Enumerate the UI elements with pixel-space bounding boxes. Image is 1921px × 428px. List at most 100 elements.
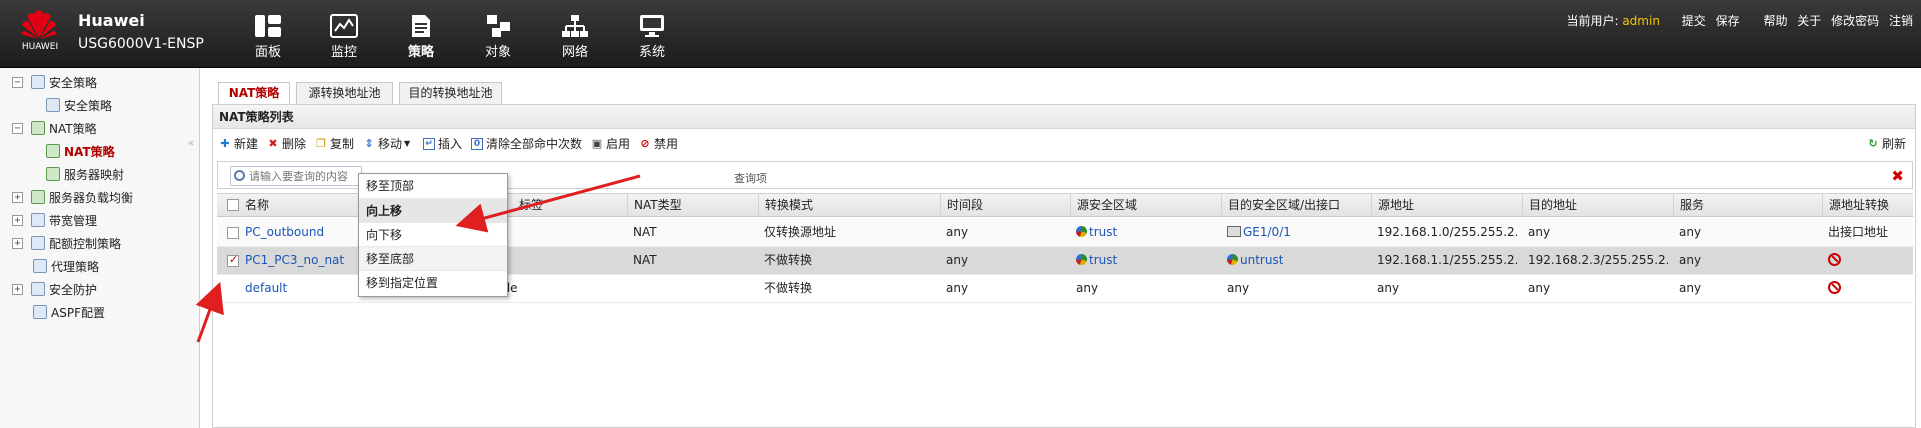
- sidebar-item-label: 服务器负载均衡: [49, 190, 134, 205]
- dst-zone-link[interactable]: untrust: [1240, 253, 1283, 267]
- nav-dashboard[interactable]: 面板: [238, 14, 298, 60]
- port-icon: [1227, 226, 1241, 237]
- sidebar-item-label: 安全策略: [64, 98, 113, 113]
- close-icon[interactable]: ✖: [1891, 167, 1904, 185]
- new-button[interactable]: ✚ 新建: [219, 135, 258, 152]
- sidebar-item-aspf[interactable]: ASPF配置: [33, 302, 105, 322]
- clear-hits-button[interactable]: 0 清除全部命中次数: [471, 135, 582, 152]
- sidebar-collapse-button[interactable]: «: [188, 138, 194, 149]
- sidebar-item-nat-policy[interactable]: NAT策略: [46, 141, 115, 161]
- time-range: any: [946, 253, 969, 267]
- column-header-name[interactable]: 名称: [239, 194, 269, 216]
- rule-name-link[interactable]: PC_outbound: [245, 225, 324, 239]
- collapse-toggle[interactable]: −: [12, 76, 23, 88]
- column-header-src-addr[interactable]: 源地址: [1371, 194, 1414, 216]
- nav-label: 网络: [561, 45, 588, 60]
- rule-name-link[interactable]: PC1_PC3_no_nat: [245, 253, 344, 267]
- sidebar-item-label: NAT策略: [64, 144, 115, 159]
- sidebar: − 安全策略 安全策略 − NAT策略 NAT策略 服务器映射 + 服务器负载均…: [0, 68, 200, 428]
- search-input[interactable]: [230, 166, 362, 186]
- help-link[interactable]: 帮助: [1763, 14, 1787, 28]
- shield-icon: [31, 282, 45, 296]
- logo-text: HUAWEI: [21, 42, 59, 52]
- dst-zone: untrust: [1221, 247, 1283, 274]
- sidebar-item-nat-policy-group[interactable]: − NAT策略: [12, 118, 97, 138]
- logout-link[interactable]: 注销: [1889, 14, 1913, 28]
- column-header-nat-type[interactable]: NAT类型: [627, 194, 682, 216]
- sidebar-item-bandwidth[interactable]: + 带宽管理: [12, 210, 97, 230]
- clear-hits-label: 清除全部命中次数: [486, 137, 583, 151]
- src-zone-link[interactable]: trust: [1089, 253, 1117, 267]
- select-all-checkbox[interactable]: [227, 199, 239, 211]
- rule-name-link[interactable]: default: [245, 281, 287, 295]
- save-link[interactable]: 保存: [1716, 14, 1740, 28]
- delete-button[interactable]: ✖ 删除: [267, 135, 306, 152]
- insert-icon: ↵: [423, 137, 435, 150]
- change-password-link[interactable]: 修改密码: [1831, 14, 1879, 28]
- column-header-dst-zone[interactable]: 目的安全区域/出接口: [1221, 194, 1340, 216]
- collapse-toggle[interactable]: −: [12, 122, 23, 134]
- column-header-src-zone[interactable]: 源安全区域: [1070, 194, 1137, 216]
- about-link[interactable]: 关于: [1797, 14, 1821, 28]
- tab-source-nat-pool[interactable]: 源转换地址池: [296, 82, 393, 104]
- delete-label: 删除: [282, 137, 307, 151]
- column-header-time[interactable]: 时间段: [940, 194, 983, 216]
- src-zone-link[interactable]: trust: [1089, 225, 1117, 239]
- menu-item-move-up[interactable]: 向上移: [359, 198, 507, 222]
- dst-addr: 192.168.2.3/255.255.2...: [1528, 253, 1668, 267]
- menu-item-move-to-bottom[interactable]: 移至底部: [359, 246, 507, 270]
- rule-name[interactable]: default: [239, 275, 359, 302]
- row-checkbox[interactable]: [227, 227, 239, 239]
- src-zone: trust: [1070, 219, 1117, 246]
- column-header-dst-addr[interactable]: 目的地址: [1522, 194, 1577, 216]
- menu-item-move-to-top[interactable]: 移至顶部: [359, 174, 507, 198]
- huawei-logo: HUAWEI: [14, 8, 64, 56]
- expand-toggle[interactable]: +: [12, 214, 23, 226]
- src-zone: trust: [1070, 247, 1117, 274]
- tab-destination-nat-pool[interactable]: 目的转换地址池: [399, 82, 502, 104]
- chevron-down-icon: ▼: [404, 139, 411, 148]
- move-button[interactable]: ⇕ 移动 ▼: [363, 135, 410, 152]
- zone-icon: [1076, 226, 1087, 237]
- sidebar-item-security-protection[interactable]: + 安全防护: [12, 279, 97, 299]
- policy-icon: [31, 75, 45, 89]
- nav-system[interactable]: 系统: [622, 14, 682, 60]
- sidebar-item-proxy-policy[interactable]: 代理策略: [33, 256, 99, 276]
- submit-link[interactable]: 提交: [1682, 14, 1706, 28]
- sidebar-item-security-policy-group[interactable]: − 安全策略: [12, 72, 97, 92]
- user-bar: 当前用户: admin 提交 保存 帮助 关于 修改密码 注销: [1566, 12, 1913, 29]
- menu-item-move-to-position[interactable]: 移到指定位置: [359, 270, 507, 294]
- dst-zone: GE1/0/1: [1221, 219, 1291, 246]
- refresh-button[interactable]: ↻ 刷新: [1867, 135, 1906, 152]
- brand: Huawei USG6000V1-ENSP: [78, 11, 204, 54]
- nav-network[interactable]: 网络: [545, 14, 605, 60]
- sidebar-item-server-load-balancing[interactable]: + 服务器负载均衡: [12, 187, 133, 207]
- src-addr: any: [1377, 281, 1400, 295]
- insert-button[interactable]: ↵ 插入: [423, 135, 462, 152]
- row-checkbox[interactable]: [227, 253, 239, 267]
- bandwidth-icon: [31, 213, 45, 227]
- nav-policy[interactable]: 策略: [391, 14, 451, 60]
- expand-toggle[interactable]: +: [12, 191, 23, 203]
- column-header-service[interactable]: 服务: [1673, 194, 1704, 216]
- nav-object[interactable]: 对象: [468, 14, 528, 60]
- policy-icon: [412, 15, 430, 37]
- nav-monitor[interactable]: 监控: [314, 14, 374, 60]
- copy-button[interactable]: ❐ 复制: [315, 135, 354, 152]
- column-header-mode[interactable]: 转换模式: [758, 194, 813, 216]
- tab-nat-policy[interactable]: NAT策略: [218, 82, 290, 104]
- menu-item-move-down[interactable]: 向下移: [359, 222, 507, 246]
- expand-toggle[interactable]: +: [12, 283, 23, 295]
- column-header-tag[interactable]: 标签: [513, 194, 543, 216]
- query-label[interactable]: 查询项: [734, 170, 767, 186]
- dst-interface-link[interactable]: GE1/0/1: [1243, 225, 1291, 239]
- sidebar-item-quota-control[interactable]: + 配额控制策略: [12, 233, 121, 253]
- sidebar-item-server-mapping[interactable]: 服务器映射: [46, 164, 124, 184]
- sidebar-item-security-policy[interactable]: 安全策略: [46, 95, 112, 115]
- copy-icon: ❐: [316, 136, 326, 150]
- column-header-src-nat[interactable]: 源地址转换: [1822, 194, 1889, 216]
- move-dropdown-menu: 移至顶部 向上移 向下移 移至底部 移到指定位置: [358, 173, 508, 297]
- expand-toggle[interactable]: +: [12, 237, 23, 249]
- enable-button[interactable]: ▣ 启用: [591, 135, 630, 152]
- disable-button[interactable]: ⊘ 禁用: [639, 135, 678, 152]
